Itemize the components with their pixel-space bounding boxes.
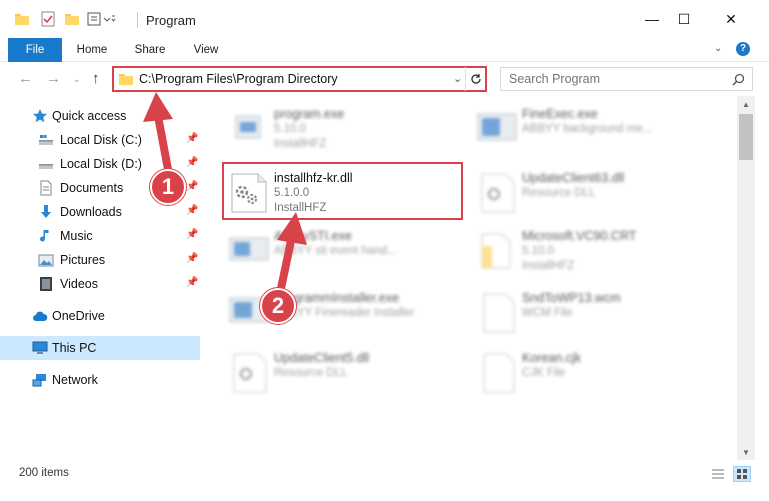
step-1-badge: 1 xyxy=(150,169,186,205)
item-count: 200 items xyxy=(19,467,69,479)
tiles-view-icon[interactable] xyxy=(733,466,751,482)
arrow-1-head xyxy=(143,92,173,122)
step-2-badge: 2 xyxy=(260,288,296,324)
details-view-icon[interactable] xyxy=(709,466,727,482)
arrow-2-head xyxy=(277,212,307,245)
annotation-arrows xyxy=(143,92,307,302)
status-bar: 200 items xyxy=(0,462,769,486)
